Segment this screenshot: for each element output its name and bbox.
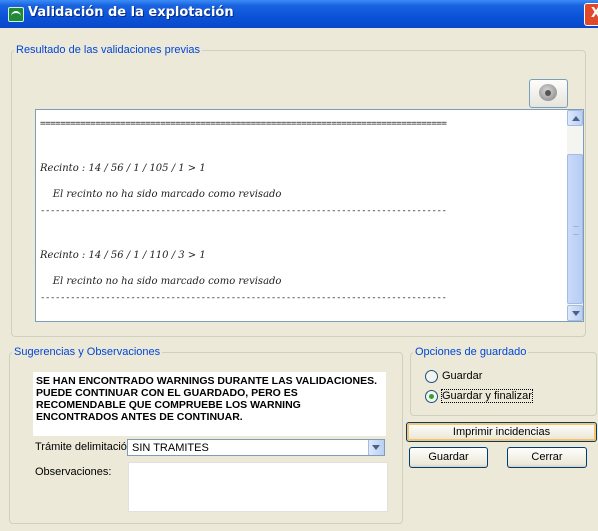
scroll-up-arrow-icon[interactable]: [567, 110, 583, 126]
observaciones-label: Observaciones:: [35, 466, 112, 478]
observaciones-textarea[interactable]: [128, 462, 388, 512]
save-options-legend: Opciones de guardado: [415, 346, 527, 358]
log-line: Recinto : 14 / 56 / 1 / 110 / 3 > 1: [40, 250, 206, 261]
radio-guardar-label: Guardar: [442, 370, 483, 382]
log-line: ========================================…: [40, 119, 447, 129]
tramite-select[interactable]: SIN TRAMITES: [127, 439, 385, 456]
warning-text: SE HAN ENCONTRADO WARNINGS DURANTE LAS V…: [36, 375, 378, 423]
radio-guardar[interactable]: Guardar: [425, 370, 545, 383]
app-icon: [8, 7, 24, 22]
log-line: El recinto no ha sido marcado como revis…: [40, 189, 282, 200]
log-line: Recinto : 14 / 56 / 1 / 105 / 1 > 1: [40, 163, 206, 174]
title-bar[interactable]: Validación de la explotación X: [0, 0, 598, 28]
close-window-button[interactable]: X: [584, 3, 598, 26]
tramite-value: SIN TRAMITES: [132, 442, 209, 454]
print-incidents-button[interactable]: Imprimir incidencias: [406, 422, 597, 442]
suggestions-legend: Sugerencias y Observaciones: [14, 346, 161, 358]
clear-results-button[interactable]: [529, 79, 568, 108]
chevron-down-icon[interactable]: [368, 440, 384, 455]
scroll-thumb[interactable]: [567, 154, 583, 304]
log-line: ----------------------------------------…: [40, 206, 447, 216]
log-line: ----------------------------------------…: [40, 293, 447, 303]
warning-panel: SE HAN ENCONTRADO WARNINGS DURANTE LAS V…: [33, 372, 386, 436]
radio-button-icon[interactable]: [425, 370, 438, 383]
validation-log[interactable]: ========================================…: [35, 109, 584, 322]
radio-guardar-finalizar[interactable]: Guardar y finalizar: [425, 389, 575, 403]
log-scrollbar[interactable]: [567, 110, 583, 321]
results-legend: Resultado de las validaciones previas: [16, 44, 201, 56]
validation-window: Validación de la explotación X Resultado…: [0, 0, 598, 531]
window-title: Validación de la explotación: [28, 5, 234, 20]
close-button[interactable]: Cerrar: [507, 447, 587, 468]
tramite-label: Trámite delimitación:: [35, 441, 137, 453]
save-button[interactable]: Guardar: [409, 447, 488, 468]
trash-bin-icon: [539, 84, 557, 101]
log-line: El recinto no ha sido marcado como revis…: [40, 276, 282, 287]
scroll-down-arrow-icon[interactable]: [567, 305, 583, 321]
radio-button-selected-icon[interactable]: [425, 390, 438, 403]
radio-guardar-finalizar-label: Guardar y finalizar: [441, 389, 533, 403]
